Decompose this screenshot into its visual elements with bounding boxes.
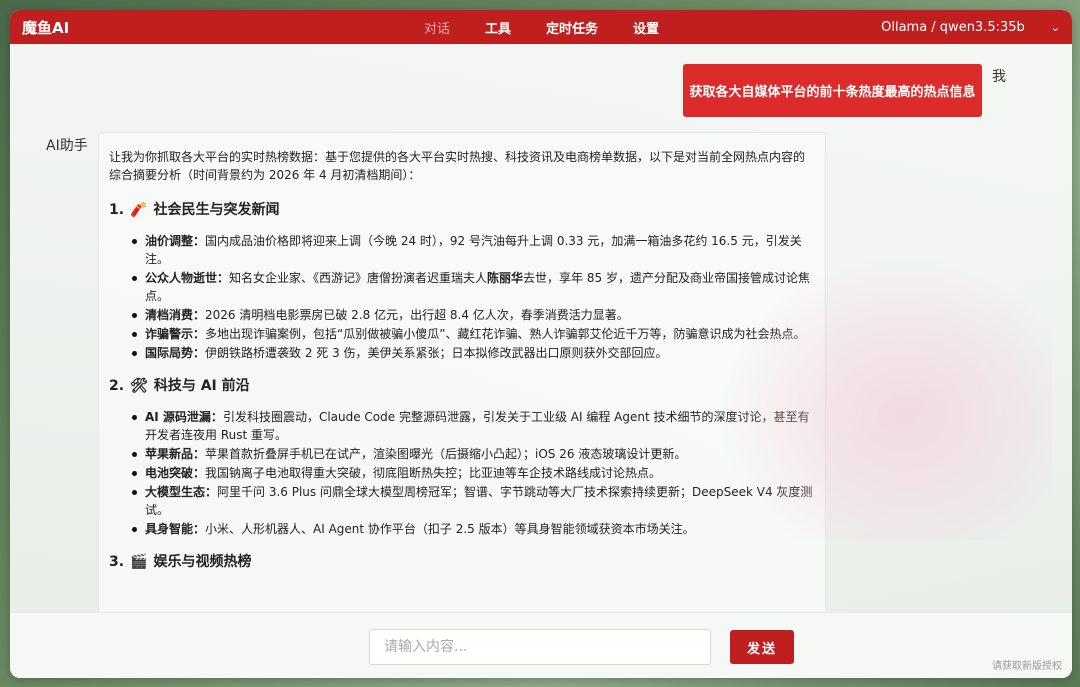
clapperboard-icon: 🎬 — [130, 554, 148, 570]
message-input[interactable] — [369, 629, 711, 665]
chat-area[interactable]: 获取各大自媒体平台的前十条热度最高的热点信息 我 AI助手 让我为你抓取各大平台… — [10, 44, 1072, 612]
list-item: 大模型生态：阿里千问 3.6 Plus 问鼎全球大模型周榜冠军；智谱、字节跳动等… — [129, 483, 815, 519]
list-item: 油价调整：国内成品油价格即将迎来上调（今晚 24 时），92 号汽油每升上调 0… — [129, 232, 815, 268]
tab-settings[interactable]: 设置 — [633, 18, 659, 37]
top-bar: 魔鱼AI 对话 工具 定时任务 设置 Ollama / qwen3.5:35b … — [10, 10, 1072, 44]
user-label: 我 — [992, 69, 1006, 85]
main-nav: 对话 工具 定时任务 设置 — [424, 10, 694, 44]
send-button[interactable]: 发送 — [730, 630, 794, 664]
section-list: AI 源码泄漏：引发科技圈震动，Claude Code 完整源码泄露，引发关于工… — [109, 408, 815, 538]
tab-chat[interactable]: 对话 — [424, 18, 450, 37]
model-name: Ollama / qwen3.5:35b — [881, 19, 1025, 35]
tab-scheduled-tasks[interactable]: 定时任务 — [546, 18, 598, 37]
chevron-down-icon: ⌄ — [1050, 20, 1060, 34]
model-selector[interactable]: Ollama / qwen3.5:35b ⌄ — [881, 10, 1060, 44]
ai-label: AI助手 — [46, 138, 88, 154]
list-item: 公众人物逝世：知名女企业家、《西游记》唐僧扮演者迟重瑞夫人陈丽华去世，享年 85… — [129, 269, 815, 305]
tab-tools[interactable]: 工具 — [485, 18, 511, 37]
list-item: 清档消费：2026 清明档电影票房已破 2.8 亿元，出行超 8.4 亿人次，春… — [129, 306, 815, 324]
list-item: 电池突破：我国钠离子电池取得重大突破，彻底阻断热失控；比亚迪等车企技术路线成讨论… — [129, 464, 815, 482]
user-message: 获取各大自媒体平台的前十条热度最高的热点信息 — [683, 64, 982, 117]
firecracker-icon: 🧨 — [130, 202, 148, 218]
section-list: 油价调整：国内成品油价格即将迎来上调（今晚 24 时），92 号汽油每升上调 0… — [109, 232, 815, 362]
section-title: 2. 🛠 科技与 AI 前沿 — [109, 378, 250, 394]
tools-icon: 🛠 — [130, 378, 148, 394]
input-bar: 发送 请获取新版授权 — [10, 612, 1072, 678]
section-title: 1. 🧨 社会民生与突发新闻 — [109, 202, 280, 218]
list-item: 具身智能：小米、人形机器人、AI Agent 协作平台（扣子 2.5 版本）等具… — [129, 520, 815, 538]
ai-intro: 让我为你抓取各大平台的实时热榜数据：基于您提供的各大平台实时热搜、科技资讯及电商… — [109, 150, 806, 182]
section-title: 3. 🎬 娱乐与视频热榜 — [109, 554, 252, 570]
license-link[interactable]: 请获取新版授权 — [992, 657, 1062, 672]
list-item: 诈骗警示：多地出现诈骗案例，包括“瓜别做被骗小傻瓜”、藏红花诈骗、熟人诈骗郭艾伦… — [129, 325, 815, 343]
list-item: AI 源码泄漏：引发科技圈震动，Claude Code 完整源码泄露，引发关于工… — [129, 408, 815, 444]
brand-logo: 魔鱼AI — [22, 19, 70, 37]
app-window: 魔鱼AI 对话 工具 定时任务 设置 Ollama / qwen3.5:35b … — [10, 10, 1072, 678]
list-item: 国际局势：伊朗铁路桥遭袭致 2 死 3 伤，美伊关系紧张；日本拟修改武器出口原则… — [129, 344, 815, 362]
list-item: 苹果新品：苹果首款折叠屏手机已在试产，渲染图曝光（后摄缩小凸起）；iOS 26 … — [129, 445, 815, 463]
ai-message: 让我为你抓取各大平台的实时热榜数据：基于您提供的各大平台实时热搜、科技资讯及电商… — [98, 132, 826, 612]
